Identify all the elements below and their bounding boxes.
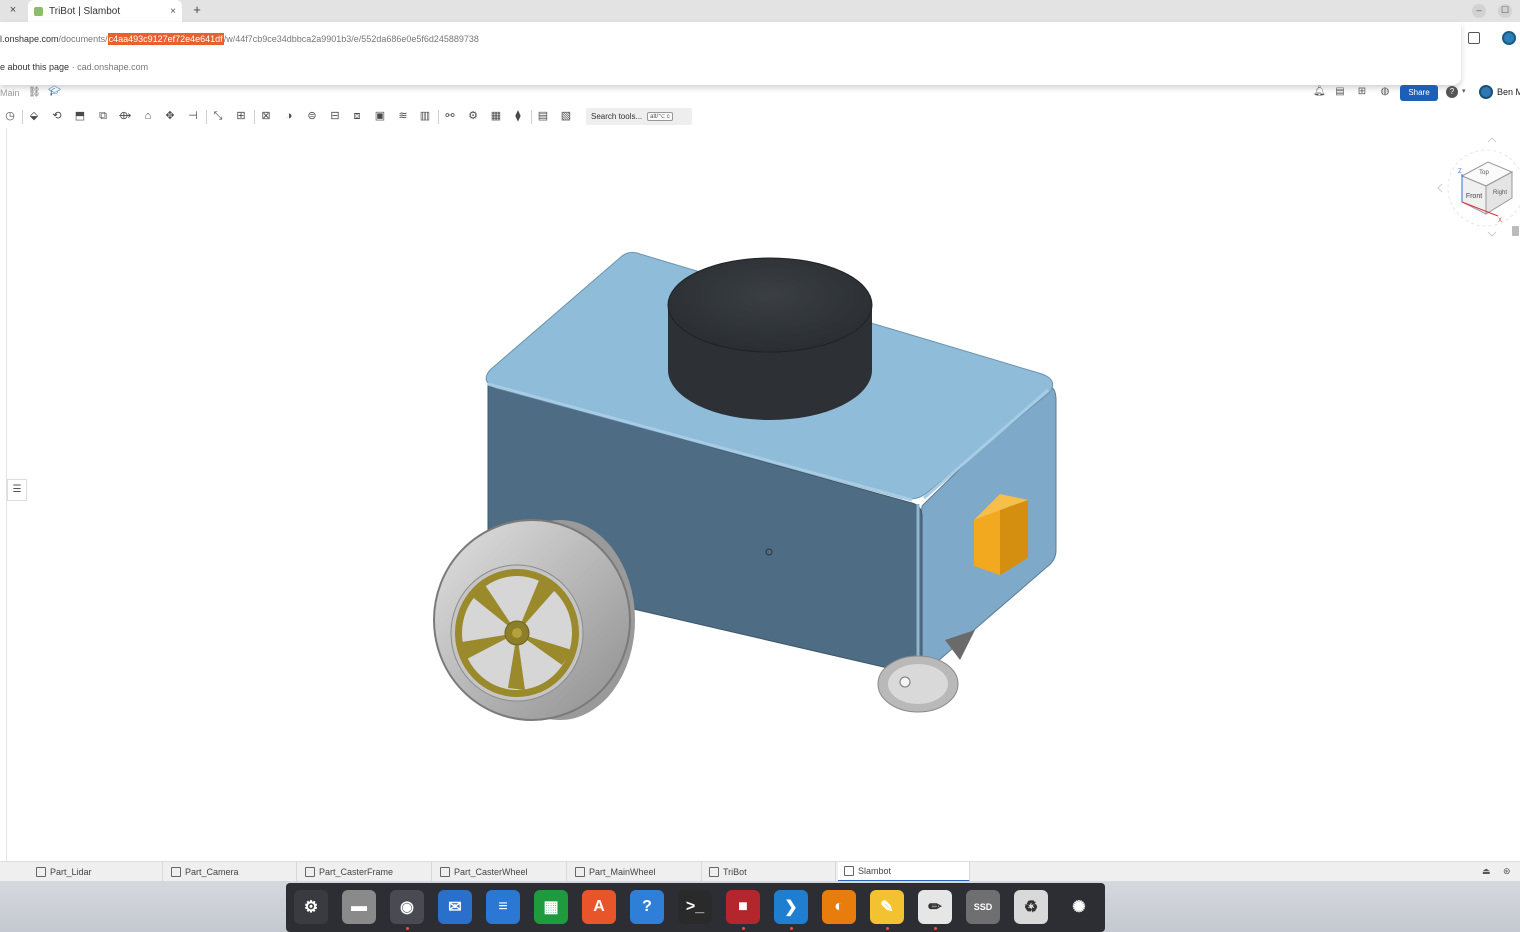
part-studio-icon xyxy=(575,867,585,877)
help-dock-icon[interactable]: ? xyxy=(630,890,664,924)
tab-part-lidar[interactable]: Part_Lidar xyxy=(30,862,163,882)
camera-front[interactable] xyxy=(974,510,1000,575)
tab-label: Part_Camera xyxy=(185,867,239,877)
running-indicator xyxy=(886,927,889,930)
part-studio-icon xyxy=(440,867,450,877)
ssd-drive-dock-icon[interactable]: SSD xyxy=(966,890,1000,924)
chrome-dock-icon[interactable]: ◉ xyxy=(390,890,424,924)
assembly-icon xyxy=(709,867,719,877)
running-indicator xyxy=(934,927,937,930)
files-dock-icon[interactable]: ▬ xyxy=(342,890,376,924)
tab-label: Part_Lidar xyxy=(50,867,92,877)
rdp-app-dock-icon[interactable]: ■ xyxy=(726,890,760,924)
cad-viewport[interactable] xyxy=(0,0,1520,932)
thunderbird-dock-icon[interactable]: ✉ xyxy=(438,890,472,924)
rotate-left-arrow-icon[interactable] xyxy=(1437,183,1443,193)
tab-label: Part_CasterWheel xyxy=(454,867,528,877)
view-cube-top-label: Top xyxy=(1479,170,1489,176)
rotate-up-arrow-icon[interactable] xyxy=(1487,137,1497,143)
z-axis-label: Z xyxy=(1458,169,1462,175)
caster-wheel-hub xyxy=(888,664,948,704)
part-studio-icon xyxy=(36,867,46,877)
running-indicator xyxy=(742,927,745,930)
rotate-down-arrow-icon[interactable] xyxy=(1487,231,1497,237)
tab-part-casterframe[interactable]: Part_CasterFrame xyxy=(299,862,432,882)
tab-label: Part_CasterFrame xyxy=(319,867,394,877)
element-tab-bar: Part_Lidar Part_Camera Part_CasterFrame … xyxy=(0,861,1520,882)
tab-part-casterwheel[interactable]: Part_CasterWheel xyxy=(434,862,567,882)
caster-axle xyxy=(899,676,911,688)
view-cube-front-label: Front xyxy=(1466,193,1482,200)
part-studio-icon xyxy=(171,867,181,877)
application-dock: ⚙ ▬ ◉ ✉ ≡ ▦ A? >_ ■ ❯ ◐ ✎ ✏ SSD ♻ ✺ xyxy=(286,883,1105,932)
part-studio-icon xyxy=(305,867,315,877)
running-indicator xyxy=(406,927,409,930)
vscode-dock-icon[interactable]: ❯ xyxy=(774,890,808,924)
view-menu-icon[interactable] xyxy=(1512,226,1519,236)
terminal-dock-icon[interactable]: >_ xyxy=(678,890,712,924)
x-axis-label: X xyxy=(1498,218,1502,224)
tab-label: Slambot xyxy=(858,866,892,876)
lidar-cylinder-top[interactable] xyxy=(667,257,873,353)
trash-dock-icon[interactable]: ♻ xyxy=(1014,890,1048,924)
tab-slambot[interactable]: Slambot xyxy=(838,862,970,882)
blender-dock-icon[interactable]: ◐ xyxy=(822,890,856,924)
calc-dock-icon[interactable]: ▦ xyxy=(534,890,568,924)
view-cube-right-label: Right xyxy=(1493,190,1507,196)
text-editor-dock-icon[interactable]: ✏ xyxy=(918,890,952,924)
tab-label: TriBot xyxy=(723,867,747,877)
tab-part-camera[interactable]: Part_Camera xyxy=(165,862,297,882)
app-center-dock-icon[interactable]: A xyxy=(582,890,616,924)
ubuntu-menu-dock-icon[interactable]: ✺ xyxy=(1062,890,1096,924)
tab-part-mainwheel[interactable]: Part_MainWheel xyxy=(569,862,702,882)
running-indicator xyxy=(790,927,793,930)
tab-tribot[interactable]: TriBot xyxy=(703,862,836,882)
writer-dock-icon[interactable]: ≡ xyxy=(486,890,520,924)
insert-icon[interactable]: ⏏ xyxy=(1482,866,1494,876)
view-cube[interactable]: Top Front Right Z X xyxy=(1436,136,1520,240)
tabs-menu-icon[interactable]: ⊛ xyxy=(1503,866,1515,876)
settings-dock-icon[interactable]: ⚙ xyxy=(294,890,328,924)
assembly-icon xyxy=(844,866,854,876)
main-wheel-axle xyxy=(512,628,522,638)
tab-label: Part_MainWheel xyxy=(589,867,656,877)
notes-dock-icon[interactable]: ✎ xyxy=(870,890,904,924)
